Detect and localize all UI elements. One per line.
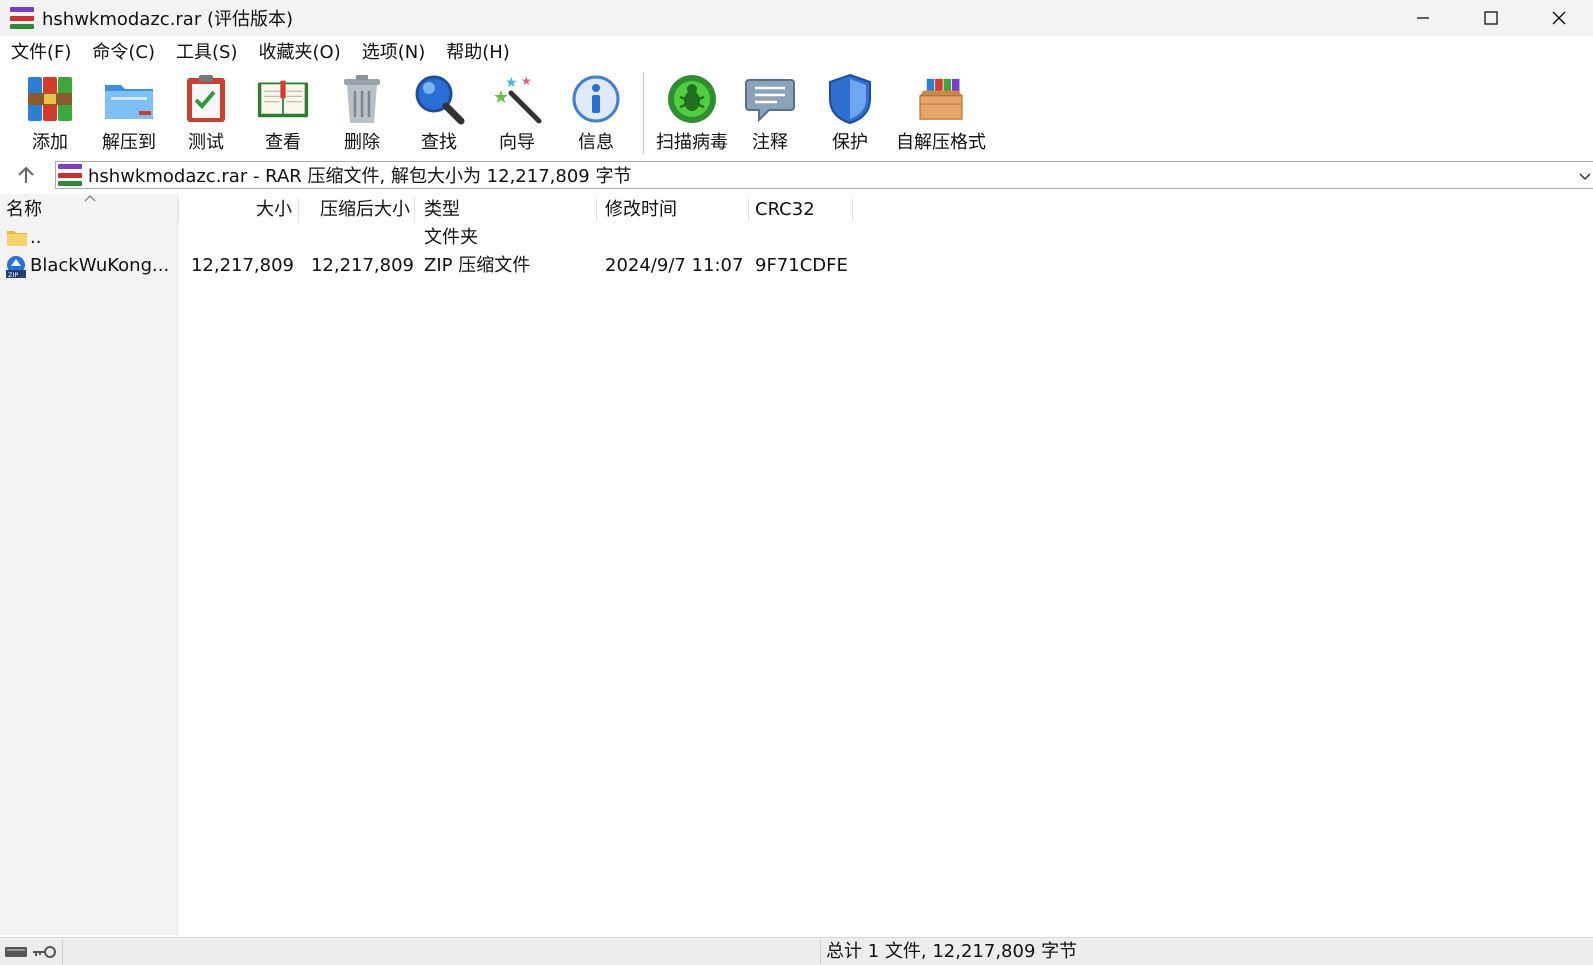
address-field[interactable]: hshwkmodazc.rar - RAR 压缩文件, 解包大小为 12,217… [55, 161, 1593, 189]
row-size: 12,217,809 [190, 255, 294, 276]
status-icons [4, 944, 60, 960]
column-divider[interactable] [298, 198, 299, 222]
info-label: 信息 [578, 132, 614, 153]
column-divider[interactable] [748, 198, 749, 222]
file-list-header: 名称 大小 压缩后大小 类型 修改时间 CRC32 [0, 195, 1593, 224]
close-button[interactable] [1525, 0, 1593, 36]
maximize-icon [1484, 11, 1498, 25]
arrow-up-icon [18, 166, 34, 183]
add-button[interactable]: 添加 [22, 72, 78, 154]
column-packed-size[interactable]: 压缩后大小 [300, 196, 410, 224]
key-icon [33, 946, 56, 958]
virus-scan-button[interactable]: 扫描病毒 [654, 72, 730, 154]
info-icon [570, 72, 622, 126]
column-divider[interactable] [852, 198, 853, 222]
window-title: hshwkmodazc.rar (评估版本) [42, 9, 294, 30]
book-view-icon [257, 72, 309, 126]
extract-to-label: 解压到 [102, 132, 156, 153]
protect-button[interactable]: 保护 [826, 72, 874, 154]
row-crc32: 9F71CDFE [755, 255, 848, 276]
menu-bar: 文件(F) 命令(C) 工具(S) 收藏夹(O) 选项(N) 帮助(H) [0, 38, 1593, 68]
column-divider[interactable] [178, 198, 179, 222]
toolbar-separator [643, 72, 644, 154]
folder-tree-pane[interactable] [0, 194, 178, 935]
minimize-icon [1417, 17, 1429, 19]
speech-bubble-icon [744, 72, 796, 126]
trash-icon [336, 72, 388, 126]
view-label: 查看 [265, 132, 301, 153]
svg-text:★: ★ [521, 74, 532, 88]
row-name: .. [30, 227, 42, 248]
menu-tools[interactable]: 工具(S) [168, 38, 245, 68]
status-bar: 总计 1 文件, 12,217,809 字节 [0, 937, 1593, 965]
row-packed-size: 12,217,809 [310, 255, 414, 276]
drive-icon [5, 947, 27, 957]
rar-archive-icon [58, 164, 82, 186]
status-divider [62, 940, 63, 964]
shield-icon [824, 72, 876, 126]
column-modified[interactable]: 修改时间 [605, 196, 677, 224]
info-button[interactable]: 信息 [572, 72, 620, 154]
extract-to-button[interactable]: 解压到 [99, 72, 159, 154]
clipboard-check-icon [180, 72, 232, 126]
column-divider[interactable] [596, 198, 597, 222]
wizard-label: 向导 [499, 132, 535, 153]
find-label: 查找 [421, 132, 457, 153]
magnifier-icon [413, 72, 465, 126]
table-row[interactable]: ZIP BlackWuKong... 12,217,809 12,217,809… [0, 252, 1593, 280]
column-size[interactable]: 大小 [180, 196, 292, 224]
comment-label: 注释 [752, 132, 788, 153]
up-folder-button[interactable] [10, 162, 42, 188]
maximize-button[interactable] [1457, 0, 1525, 36]
row-type: 文件夹 [424, 227, 478, 248]
status-summary: 总计 1 文件, 12,217,809 字节 [826, 941, 1078, 962]
menu-file[interactable]: 文件(F) [3, 38, 79, 68]
wizard-button[interactable]: ★ ★ ★ 向导 [491, 72, 543, 154]
winrar-app-icon [10, 7, 34, 29]
menu-help[interactable]: 帮助(H) [438, 38, 518, 68]
protect-label: 保护 [832, 132, 868, 153]
add-label: 添加 [32, 132, 68, 153]
column-crc32[interactable]: CRC32 [755, 196, 815, 224]
zip-file-icon: ZIP [6, 256, 26, 279]
close-icon [1552, 11, 1566, 25]
test-label: 测试 [188, 132, 224, 153]
delete-button[interactable]: 删除 [338, 72, 386, 154]
svg-text:ZIP: ZIP [8, 271, 18, 279]
folder-icon [7, 231, 27, 246]
address-bar: hshwkmodazc.rar - RAR 压缩文件, 解包大小为 12,217… [0, 158, 1593, 192]
status-divider [820, 940, 821, 964]
menu-commands[interactable]: 命令(C) [84, 38, 163, 68]
menu-favorites[interactable]: 收藏夹(O) [251, 38, 349, 68]
test-button[interactable]: 测试 [182, 72, 230, 154]
virus-scan-label: 扫描病毒 [656, 132, 728, 153]
row-type: ZIP 压缩文件 [424, 255, 531, 276]
magic-wand-icon: ★ ★ ★ [491, 72, 543, 126]
row-modified: 2024/9/7 11:07 [605, 255, 744, 276]
folder-extract-icon [103, 72, 155, 126]
title-bar: hshwkmodazc.rar (评估版本) [0, 0, 1593, 36]
sort-ascending-icon [84, 195, 96, 202]
comment-button[interactable]: 注释 [745, 72, 795, 154]
add-archive-icon [24, 72, 76, 126]
view-button[interactable]: 查看 [253, 72, 313, 154]
menu-options[interactable]: 选项(N) [354, 38, 434, 68]
toolbar: 添加 解压到 测试 查看 删除 查找 ★ ★ ★ 向导 信息 扫描病毒 注释 保… [0, 68, 1593, 156]
delete-label: 删除 [344, 132, 380, 153]
column-type[interactable]: 类型 [424, 196, 460, 224]
virus-scan-icon [666, 72, 718, 126]
sfx-box-icon [915, 72, 967, 126]
chevron-down-icon[interactable] [1577, 168, 1593, 184]
svg-text:★: ★ [505, 75, 518, 91]
minimize-button[interactable] [1389, 0, 1457, 36]
find-button[interactable]: 查找 [413, 72, 465, 154]
column-divider[interactable] [414, 198, 415, 222]
sfx-label: 自解压格式 [896, 132, 986, 153]
sfx-button[interactable]: 自解压格式 [895, 72, 987, 154]
row-name: BlackWuKong... [30, 255, 170, 276]
table-row[interactable]: .. 文件夹 [0, 224, 1593, 252]
column-name[interactable]: 名称 [6, 196, 42, 224]
address-text: hshwkmodazc.rar - RAR 压缩文件, 解包大小为 12,217… [88, 166, 632, 187]
